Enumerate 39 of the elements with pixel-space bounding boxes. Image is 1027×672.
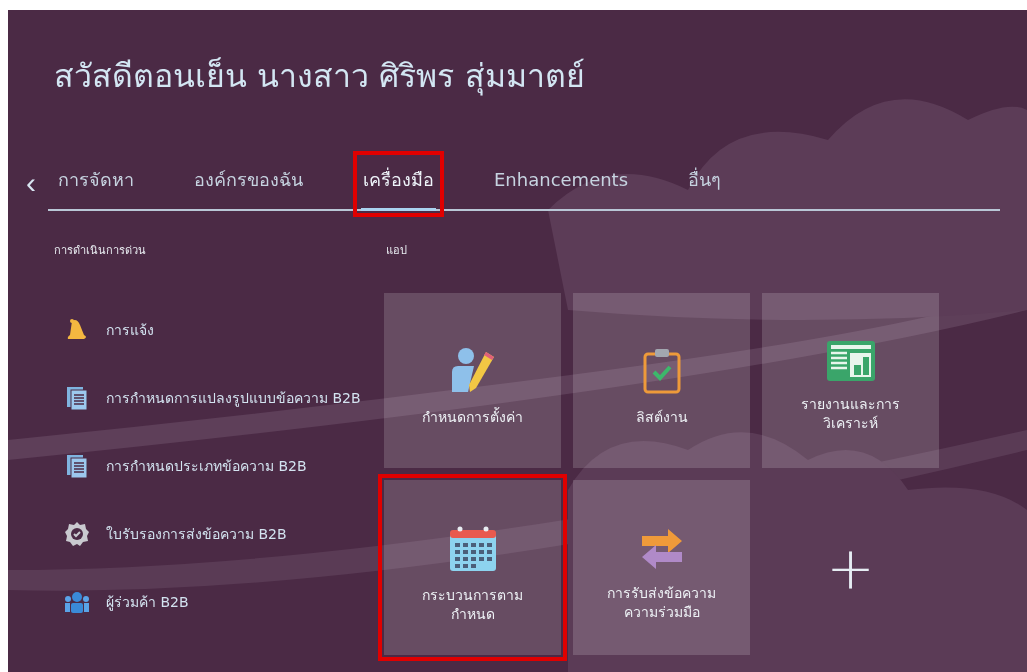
report-chart-icon <box>826 341 875 382</box>
document-icon <box>64 453 90 479</box>
app-tile-label: กำหนดการตั้งค่า <box>422 408 523 427</box>
tab[interactable]: เครื่องมือ <box>361 159 436 211</box>
quick-action-label: การกำหนดการแปลงรูปแบบข้อความ B2B <box>106 389 361 409</box>
app-tile[interactable]: กระบวนการตาม กำหนด <box>384 480 561 655</box>
document-icon <box>64 385 90 411</box>
app-tile-label: ลิสต์งาน <box>635 408 688 427</box>
tab[interactable]: Enhancements <box>492 159 631 211</box>
section-heading: การดำเนินการด่วน <box>54 243 147 259</box>
app-tile[interactable]: รายงานและการ วิเคราะห์ <box>762 293 939 468</box>
quick-action-link[interactable]: การแจ้ง <box>64 317 154 343</box>
app-tile[interactable]: ลิสต์งาน <box>573 293 750 468</box>
quick-action-label: การกำหนดประเภทข้อความ B2B <box>106 457 307 476</box>
section-heading: แอป <box>386 243 408 259</box>
app-tile[interactable]: การรับส่งข้อความ ความร่วมมือ <box>573 480 750 655</box>
add-tile[interactable]: + <box>762 480 939 655</box>
back-button[interactable]: ‹ <box>8 168 48 202</box>
quick-action-link[interactable]: การกำหนดการแปลงรูปแบบข้อความ B2B <box>64 385 361 411</box>
quick-action-link[interactable]: ผู้ร่วมค้า B2B <box>64 589 189 615</box>
people-icon <box>64 590 90 614</box>
badge-check-icon <box>64 521 90 547</box>
calendar-icon <box>448 524 497 573</box>
clipboard-check-icon <box>641 346 682 395</box>
swap-arrows-icon <box>639 526 684 571</box>
tab[interactable]: องค์กรของฉัน <box>192 159 305 211</box>
greeting-title: สวัสดีตอนเย็น นางสาว ศิริพร สุ่มมาตย์ <box>54 56 586 98</box>
plus-label: + <box>826 538 875 597</box>
app-tile-label: การรับส่งข้อความ ความร่วมมือ <box>607 584 716 621</box>
quick-action-label: ผู้ร่วมค้า B2B <box>106 593 189 613</box>
app-tile[interactable]: กำหนดการตั้งค่า <box>384 293 561 468</box>
quick-action-link[interactable]: การกำหนดประเภทข้อความ B2B <box>64 453 307 479</box>
quick-action-link[interactable]: ใบรับรองการส่งข้อความ B2B <box>64 521 287 547</box>
app-tile-label: กระบวนการตาม กำหนด <box>422 586 523 623</box>
app-tile-label: รายงานและการ วิเคราะห์ <box>801 395 900 432</box>
tab[interactable]: อื่นๆ <box>686 159 724 211</box>
tab[interactable]: การจัดหา <box>56 159 136 211</box>
quick-action-label: ใบรับรองการส่งข้อความ B2B <box>106 525 287 544</box>
quick-action-label: การแจ้ง <box>106 321 154 340</box>
